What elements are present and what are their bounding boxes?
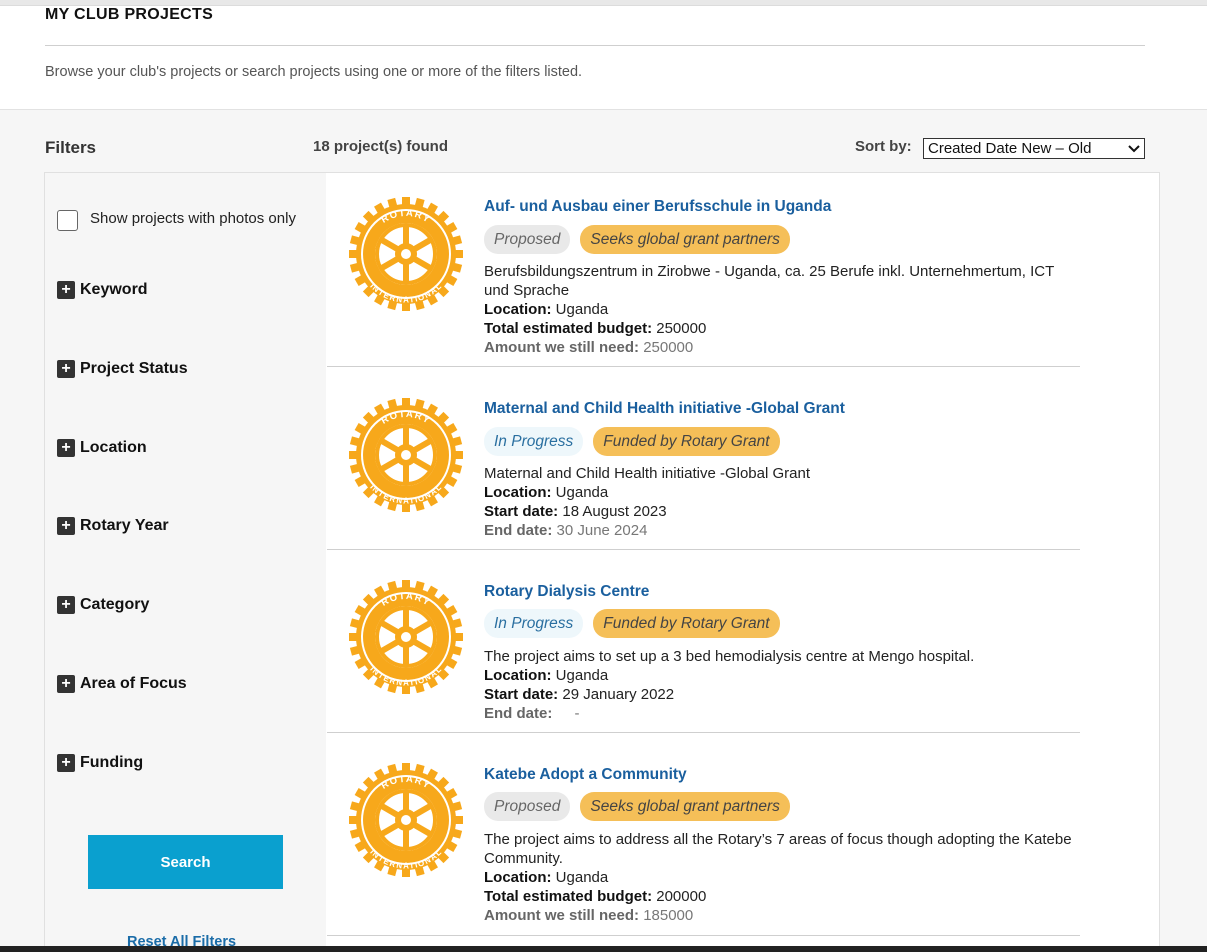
plus-icon: + <box>57 596 75 614</box>
search-button[interactable]: Search <box>88 835 283 889</box>
status-badge: In Progress <box>484 427 584 456</box>
chevron-down-icon <box>1128 142 1140 156</box>
project-description: The project aims to address all the Rota… <box>484 831 1072 867</box>
filter-keyword[interactable]: + Keyword <box>57 281 148 299</box>
project-card: ROTARY INTERNATIONAL Auf- und Ausbau ein… <box>327 173 1080 367</box>
rotary-logo: ROTARY INTERNATIONAL <box>349 763 463 877</box>
project-title-link[interactable]: Katebe Adopt a Community <box>484 766 687 784</box>
project-location: Location: Uganda <box>484 301 609 318</box>
project-badges: Proposed Seeks global grant partners <box>484 225 800 254</box>
filter-category[interactable]: + Category <box>57 596 149 614</box>
project-description: The project aims to set up a 3 bed hemod… <box>484 648 975 665</box>
plus-icon: + <box>57 754 75 772</box>
project-start-date: Start date: 18 August 2023 <box>484 503 667 520</box>
photos-only-label: Show projects with photos only <box>90 210 296 227</box>
project-title-link[interactable]: Rotary Dialysis Centre <box>484 583 649 601</box>
filter-label: Area of Focus <box>80 675 187 692</box>
project-details: The project aims to address all the Rota… <box>484 830 1074 925</box>
rotary-logo: ROTARY INTERNATIONAL <box>349 197 463 311</box>
filter-project-status[interactable]: + Project Status <box>57 360 188 378</box>
project-amount-needed: Amount we still need: 185000 <box>484 907 694 924</box>
funding-badge: Seeks global grant partners <box>580 225 790 254</box>
status-badge: Proposed <box>484 225 571 254</box>
project-card: ROTARY INTERNATIONAL Katebe Adopt a Comm… <box>327 733 1080 936</box>
project-end-date: End date: - <box>484 705 580 722</box>
project-budget: Total estimated budget: 200000 <box>484 888 707 905</box>
filter-location[interactable]: + Location <box>57 439 147 457</box>
results-count: 18 project(s) found <box>313 138 449 155</box>
filter-label: Funding <box>80 754 144 771</box>
project-card: ROTARY INTERNATIONAL Rotary Dialysis Cen… <box>327 550 1080 733</box>
header-divider <box>45 45 1145 46</box>
filter-area-of-focus[interactable]: + Area of Focus <box>57 675 187 693</box>
project-start-date: Start date: 29 January 2022 <box>484 686 675 703</box>
plus-icon: + <box>57 517 75 535</box>
bottom-strip <box>0 946 1207 952</box>
project-location: Location: Uganda <box>484 869 609 886</box>
page-header: MY CLUB PROJECTS Browse your club's proj… <box>0 6 1207 110</box>
plus-icon: + <box>57 439 75 457</box>
project-details: Maternal and Child Health initiative -Gl… <box>484 464 1074 540</box>
filter-label: Rotary Year <box>80 517 169 534</box>
plus-icon: + <box>57 360 75 378</box>
project-badges: In Progress Funded by Rotary Grant <box>484 609 790 638</box>
project-description: Berufsbildungszentrum in Zirobwe - Ugand… <box>484 263 1054 299</box>
funding-badge: Funded by Rotary Grant <box>593 609 780 638</box>
filter-label: Location <box>80 439 147 456</box>
project-end-date: End date: 30 June 2024 <box>484 522 648 539</box>
project-details: Berufsbildungszentrum in Zirobwe - Ugand… <box>484 262 1074 357</box>
page-title: MY CLUB PROJECTS <box>45 6 214 23</box>
project-title-link[interactable]: Maternal and Child Health initiative -Gl… <box>484 400 845 418</box>
project-location: Location: Uganda <box>484 667 609 684</box>
project-badges: Proposed Seeks global grant partners <box>484 792 800 821</box>
project-details: The project aims to set up a 3 bed hemod… <box>484 647 1074 723</box>
project-amount-needed: Amount we still need: 250000 <box>484 339 694 356</box>
project-card: ROTARY INTERNATIONAL Maternal and Child … <box>327 367 1080 550</box>
funding-badge: Seeks global grant partners <box>580 792 790 821</box>
funding-badge: Funded by Rotary Grant <box>593 427 780 456</box>
project-title-link[interactable]: Auf- und Ausbau einer Berufsschule in Ug… <box>484 198 831 216</box>
plus-icon: + <box>57 281 75 299</box>
sort-select-value: Created Date New – Old <box>928 140 1092 157</box>
filter-label: Category <box>80 596 150 613</box>
project-budget: Total estimated budget: 250000 <box>484 320 707 337</box>
filter-rotary-year[interactable]: + Rotary Year <box>57 517 169 535</box>
photos-only-checkbox[interactable] <box>57 210 78 231</box>
filters-title: Filters <box>45 138 97 157</box>
project-location: Location: Uganda <box>484 484 609 501</box>
photos-only-filter[interactable]: Show projects with photos only <box>57 206 296 231</box>
sort-label: Sort by: <box>855 138 912 155</box>
rotary-logo: ROTARY INTERNATIONAL <box>349 580 463 694</box>
project-description: Maternal and Child Health initiative -Gl… <box>484 465 810 482</box>
status-badge: In Progress <box>484 609 584 638</box>
filter-label: Keyword <box>80 281 148 298</box>
sort-select[interactable]: Created Date New – Old <box>923 138 1145 159</box>
filter-label: Project Status <box>80 360 188 377</box>
project-badges: In Progress Funded by Rotary Grant <box>484 427 790 456</box>
page-description: Browse your club's projects or search pr… <box>45 64 583 80</box>
status-badge: Proposed <box>484 792 571 821</box>
filter-funding[interactable]: + Funding <box>57 754 143 772</box>
rotary-logo: ROTARY INTERNATIONAL <box>349 398 463 512</box>
plus-icon: + <box>57 675 75 693</box>
